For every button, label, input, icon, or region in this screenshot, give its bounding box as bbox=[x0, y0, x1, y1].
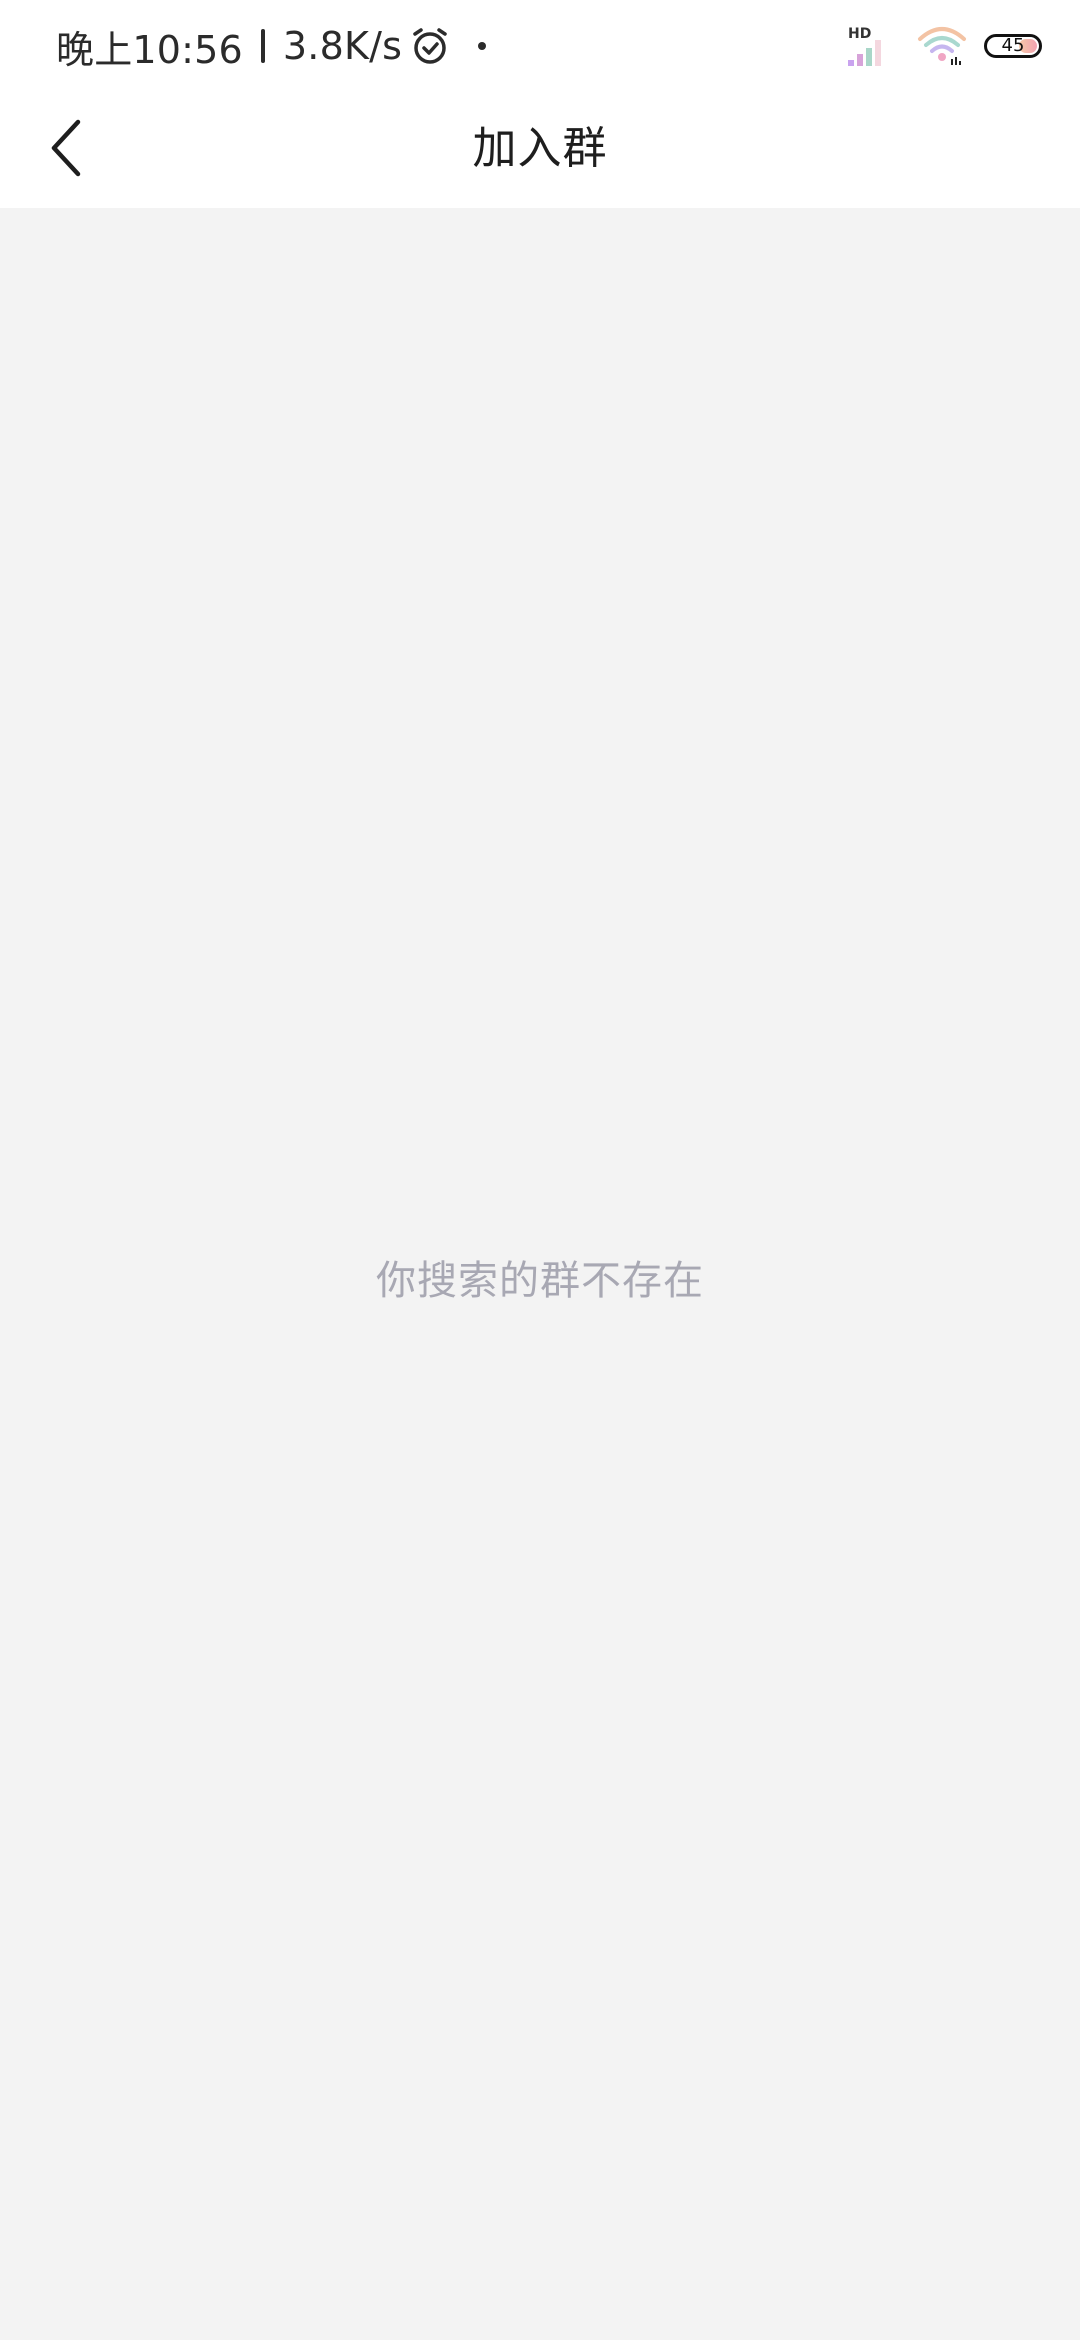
battery-indicator: 45 bbox=[984, 34, 1042, 58]
main-content: 你搜索的群不存在 bbox=[0, 208, 1080, 2340]
status-left-group: 晚上10:56 3.8K/s bbox=[56, 18, 487, 74]
title-bar: 加入群 bbox=[0, 90, 1080, 208]
clock-time: 晚上10:56 bbox=[56, 27, 243, 72]
battery-level: 45 bbox=[1001, 35, 1025, 56]
status-bar: 晚上10:56 3.8K/s HD 45 bbox=[0, 0, 1080, 90]
status-separator bbox=[260, 29, 265, 63]
status-right-group: HD 45 bbox=[846, 22, 1042, 70]
empty-state-message: 你搜索的群不存在 bbox=[376, 1258, 704, 1304]
cellular-signal-icon: HD bbox=[848, 26, 881, 66]
hd-label: HD bbox=[848, 26, 871, 42]
wifi-icon bbox=[918, 27, 966, 65]
network-speed: 3.8K/s bbox=[282, 24, 403, 68]
notification-dot-icon bbox=[478, 42, 487, 50]
alarm-clock-icon bbox=[413, 28, 447, 64]
page-title: 加入群 bbox=[472, 123, 608, 174]
